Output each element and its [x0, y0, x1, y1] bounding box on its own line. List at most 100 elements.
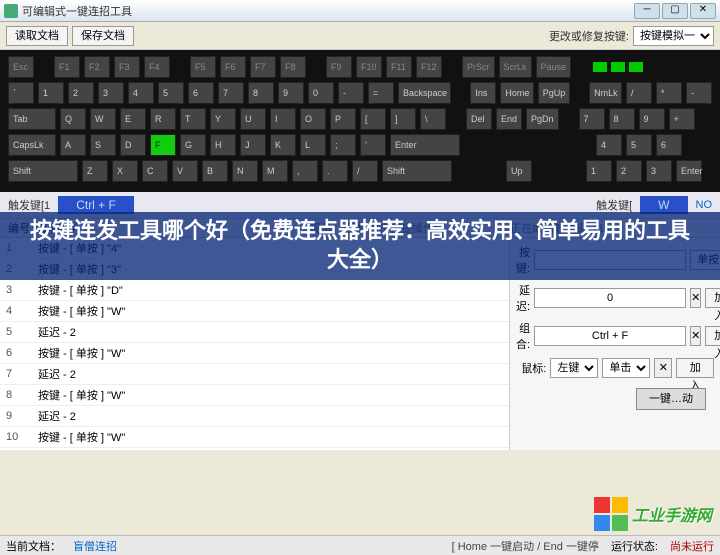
key-nummul[interactable]: * [656, 82, 682, 104]
key-quote[interactable]: ' [360, 134, 386, 156]
key-m[interactable]: M [262, 160, 288, 182]
add-combo-button[interactable]: 加入 [705, 326, 720, 346]
table-row[interactable]: 10按键 - [ 单按 ] "W" [0, 427, 509, 448]
key-del[interactable]: Del [466, 108, 492, 130]
mouse-mode-select[interactable]: 单击 [602, 358, 650, 378]
key-f6[interactable]: F6 [220, 56, 246, 78]
key-numsub[interactable]: - [686, 82, 712, 104]
key-i[interactable]: I [270, 108, 296, 130]
mouse-btn-select[interactable]: 左键 [550, 358, 598, 378]
table-row[interactable]: 7延迟 - 2 [0, 364, 509, 385]
key-numadd[interactable]: + [669, 108, 695, 130]
key-6[interactable]: 6 [188, 82, 214, 104]
table-row[interactable]: 4按键 - [ 单按 ] "W" [0, 301, 509, 322]
table-row[interactable]: 11按键 - [ 组合 ] "Ctrl + 6" [0, 448, 509, 451]
key-f[interactable]: F [150, 134, 176, 156]
add-delay-button[interactable]: 加入 [705, 288, 720, 308]
key-3[interactable]: 3 [98, 82, 124, 104]
clear-mouse-button[interactable]: ✕ [654, 358, 672, 378]
table-row[interactable]: 6按键 - [ 单按 ] "W" [0, 343, 509, 364]
key-numdiv[interactable]: / [626, 82, 652, 104]
key-s[interactable]: S [90, 134, 116, 156]
key-b[interactable]: B [202, 160, 228, 182]
key-pgup[interactable]: PgUp [538, 82, 570, 104]
key-d[interactable]: D [120, 134, 146, 156]
key-tab[interactable]: Tab [8, 108, 56, 130]
key-f5[interactable]: F5 [190, 56, 216, 78]
key-t[interactable]: T [180, 108, 206, 130]
key-0[interactable]: 0 [308, 82, 334, 104]
delay-input[interactable] [534, 288, 686, 308]
key-num2[interactable]: 2 [616, 160, 642, 182]
key-w[interactable]: W [90, 108, 116, 130]
key-num1[interactable]: 1 [586, 160, 612, 182]
key-5[interactable]: 5 [158, 82, 184, 104]
onekey-button[interactable]: 一键…动 [636, 388, 706, 410]
key-l[interactable]: L [300, 134, 326, 156]
key-f4[interactable]: F4 [144, 56, 170, 78]
key-r[interactable]: R [150, 108, 176, 130]
key-lbracket[interactable]: [ [360, 108, 386, 130]
save-doc-button[interactable]: 保存文档 [72, 26, 134, 46]
key-num9[interactable]: 9 [639, 108, 665, 130]
key-backslash[interactable]: \ [420, 108, 446, 130]
key-minus[interactable]: - [338, 82, 364, 104]
maximize-button[interactable]: ▢ [662, 3, 688, 19]
key-f1[interactable]: F1 [54, 56, 80, 78]
key-u[interactable]: U [240, 108, 266, 130]
key-numlk[interactable]: NmLk [589, 82, 622, 104]
key-e[interactable]: E [120, 108, 146, 130]
key-lshift[interactable]: Shift [8, 160, 78, 182]
key-y[interactable]: Y [210, 108, 236, 130]
clear-combo-button[interactable]: ✕ [690, 326, 701, 346]
key-capslk[interactable]: CapsLk [8, 134, 56, 156]
key-equals[interactable]: = [368, 82, 394, 104]
table-row[interactable]: 8按键 - [ 单按 ] "W" [0, 385, 509, 406]
key-4[interactable]: 4 [128, 82, 154, 104]
key-ins[interactable]: Ins [470, 82, 496, 104]
combo-input[interactable] [534, 326, 686, 346]
read-doc-button[interactable]: 读取文档 [6, 26, 68, 46]
key-up[interactable]: Up [506, 160, 532, 182]
key-period[interactable]: . [322, 160, 348, 182]
key-num3[interactable]: 3 [646, 160, 672, 182]
minimize-button[interactable]: ─ [634, 3, 660, 19]
key-h[interactable]: H [210, 134, 236, 156]
key-f3[interactable]: F3 [114, 56, 140, 78]
table-row[interactable]: 5延迟 - 2 [0, 322, 509, 343]
key-f11[interactable]: F11 [386, 56, 412, 78]
key-num8[interactable]: 8 [609, 108, 635, 130]
key-home[interactable]: Home [500, 82, 533, 104]
key-2[interactable]: 2 [68, 82, 94, 104]
key-k[interactable]: K [270, 134, 296, 156]
key-grave[interactable]: ` [8, 82, 34, 104]
key-rbracket[interactable]: ] [390, 108, 416, 130]
key-c[interactable]: C [142, 160, 168, 182]
key-semicolon[interactable]: ; [330, 134, 356, 156]
key-rshift[interactable]: Shift [382, 160, 452, 182]
key-x[interactable]: X [112, 160, 138, 182]
key-f2[interactable]: F2 [84, 56, 110, 78]
key-pgdn[interactable]: PgDn [526, 108, 559, 130]
key-z[interactable]: Z [82, 160, 108, 182]
key-f10[interactable]: F10 [356, 56, 382, 78]
key-p[interactable]: P [330, 108, 356, 130]
key-enter[interactable]: Enter [390, 134, 460, 156]
close-button[interactable]: ✕ [690, 3, 716, 19]
key-a[interactable]: A [60, 134, 86, 156]
key-v[interactable]: V [172, 160, 198, 182]
key-scrlk[interactable]: ScrLk [499, 56, 532, 78]
key-backspace[interactable]: Backspace [398, 82, 451, 104]
table-row[interactable]: 3按键 - [ 单按 ] "D" [0, 280, 509, 301]
key-num5[interactable]: 5 [626, 134, 652, 156]
key-esc[interactable]: Esc [8, 56, 34, 78]
key-f7[interactable]: F7 [250, 56, 276, 78]
key-f8[interactable]: F8 [280, 56, 306, 78]
key-1[interactable]: 1 [38, 82, 64, 104]
key-f9[interactable]: F9 [326, 56, 352, 78]
key-o[interactable]: O [300, 108, 326, 130]
key-j[interactable]: J [240, 134, 266, 156]
table-row[interactable]: 9延迟 - 2 [0, 406, 509, 427]
key-end[interactable]: End [496, 108, 522, 130]
add-mouse-button[interactable]: 加入 [676, 358, 714, 378]
